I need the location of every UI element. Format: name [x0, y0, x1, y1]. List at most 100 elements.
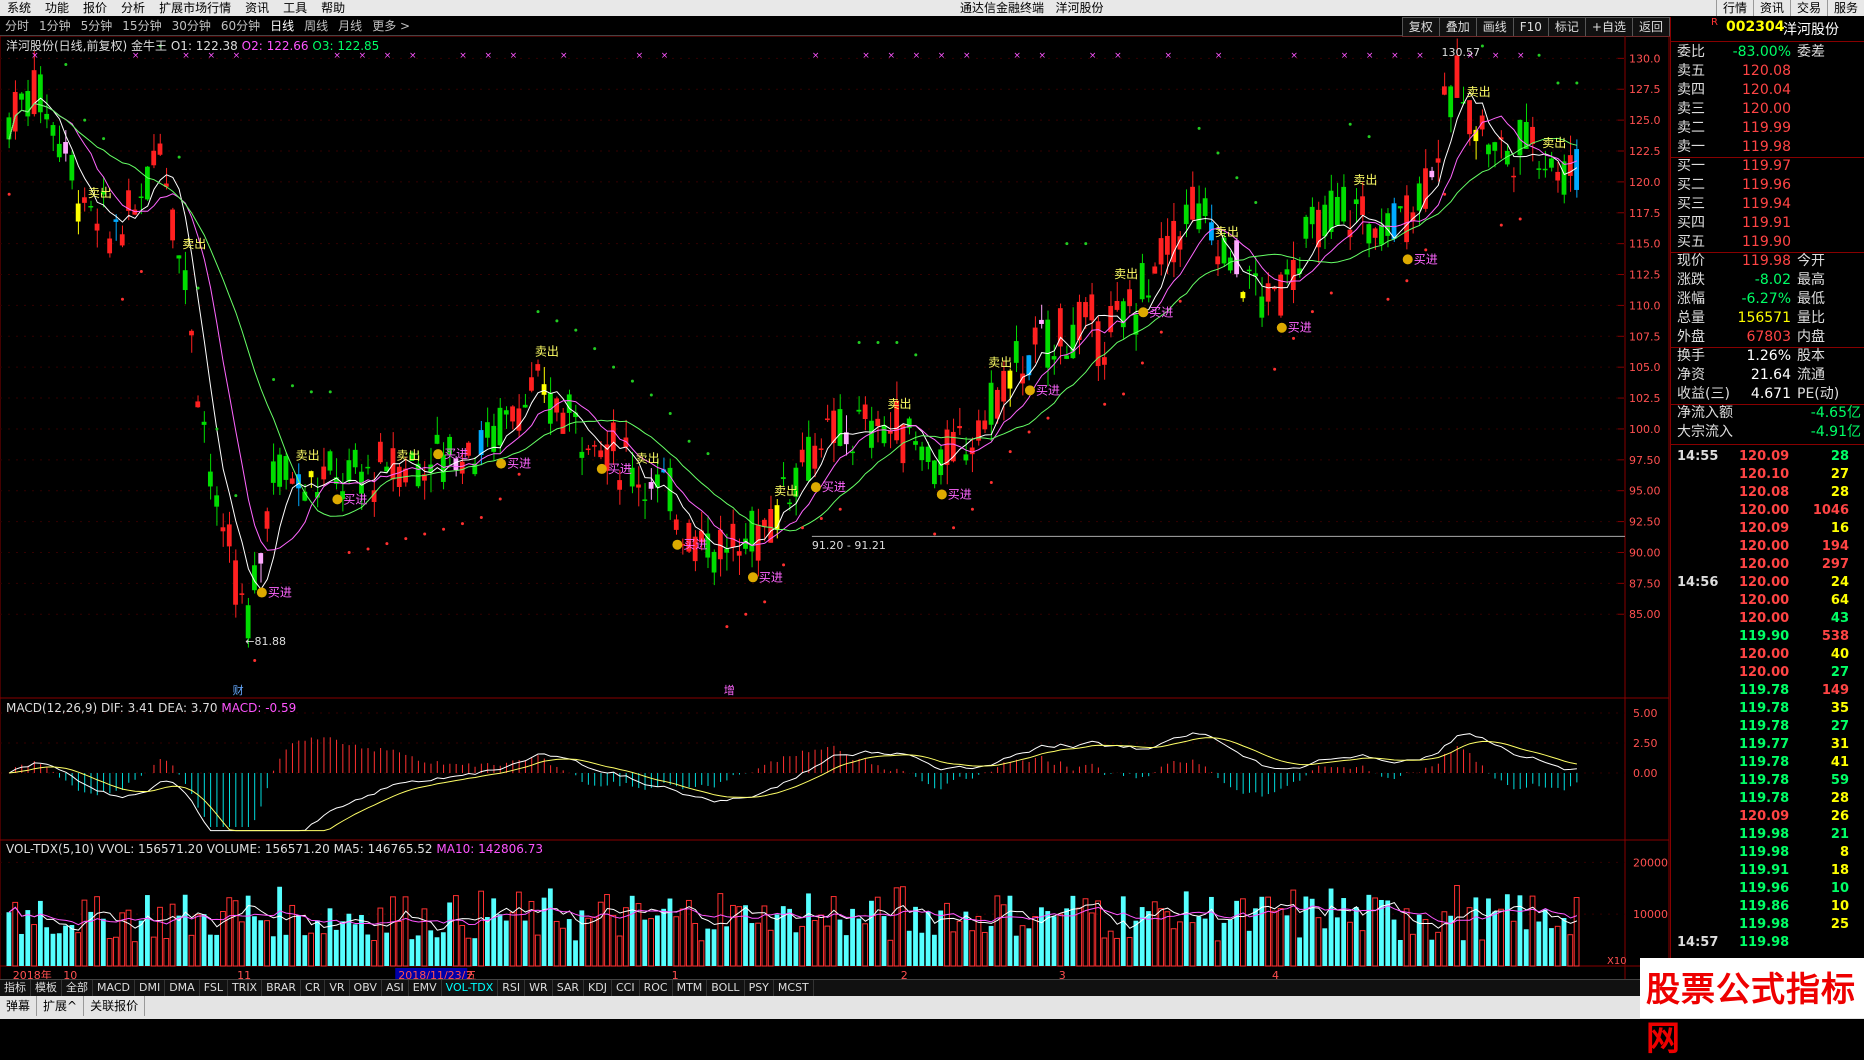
r-mark: R: [1711, 17, 1718, 28]
indicator-tab-21[interactable]: MTM: [673, 980, 708, 996]
indicator-tab-1[interactable]: 模板: [31, 980, 62, 996]
indicator-tab-23[interactable]: PSY: [745, 980, 774, 996]
volume-bar: [1290, 889, 1297, 967]
sar-dot: [385, 542, 389, 546]
candle-body: [226, 524, 232, 547]
indicator-tab-11[interactable]: OBV: [350, 980, 382, 996]
volume-bar: [188, 934, 195, 967]
volume-bar: [579, 910, 585, 966]
period-tab-0[interactable]: 分时: [0, 17, 34, 35]
indicator-tab-20[interactable]: ROC: [640, 980, 673, 996]
sell-signal-label: 卖出: [887, 397, 911, 411]
period-tab-2[interactable]: 5分钟: [76, 17, 118, 35]
period-tab-6[interactable]: 日线: [265, 17, 299, 35]
period-tab-7[interactable]: 周线: [299, 17, 333, 35]
period-tab-1[interactable]: 1分钟: [34, 17, 76, 35]
period-tab-4[interactable]: 30分钟: [167, 17, 216, 35]
status-item-2[interactable]: 关联报价: [84, 996, 146, 1016]
indicator-tab-18[interactable]: KDJ: [584, 980, 612, 996]
tool-button-2[interactable]: 画线: [1475, 17, 1514, 37]
volume-bar: [629, 895, 635, 966]
indicator-tab-8[interactable]: BRAR: [262, 980, 302, 996]
volume-bar: [1372, 897, 1379, 967]
indicator-tab-5[interactable]: DMA: [165, 980, 200, 996]
sell-signal-label: 卖出: [1114, 267, 1138, 281]
volume-bar: [685, 899, 692, 967]
quote-value: 119.98: [1742, 253, 1791, 269]
top-right-item-3[interactable]: 服务: [1826, 0, 1864, 16]
sar-dot: [177, 155, 181, 159]
menu-item-6[interactable]: 工具: [276, 0, 314, 16]
volume-bar: [359, 914, 364, 966]
indicator-tab-0[interactable]: 指标: [0, 980, 31, 996]
indicator-tab-12[interactable]: ASI: [382, 980, 409, 996]
marker-x: ×: [862, 51, 870, 61]
volume-bar: [201, 914, 207, 966]
quote-value: 119.96: [1742, 177, 1791, 193]
indicator-tab-24[interactable]: MCST: [774, 980, 814, 996]
candle-body: [182, 270, 188, 291]
tool-button-0[interactable]: 复权: [1401, 17, 1440, 37]
menu-item-2[interactable]: 报价: [76, 0, 114, 16]
top-right-item-2[interactable]: 交易: [1789, 0, 1827, 16]
top-right-item-0[interactable]: 行情: [1715, 0, 1753, 16]
period-tab-9[interactable]: 更多 >: [367, 17, 415, 35]
candle-body: [1486, 144, 1491, 155]
indicator-tab-3[interactable]: MACD: [93, 980, 135, 996]
candle-body: [522, 404, 528, 408]
volume-bar: [874, 896, 881, 967]
menu-item-1[interactable]: 功能: [38, 0, 76, 16]
indicator-tab-19[interactable]: CCI: [612, 980, 640, 996]
volume-bar: [944, 902, 950, 967]
candle-body: [812, 445, 818, 469]
sar-dot: [272, 378, 276, 382]
indicator-tab-7[interactable]: TRIX: [228, 980, 263, 996]
status-item-0[interactable]: 弹幕: [0, 996, 38, 1016]
indicator-tab-16[interactable]: WR: [525, 980, 553, 996]
indicator-tab-4[interactable]: DMI: [135, 980, 166, 996]
period-tab-3[interactable]: 15分钟: [117, 17, 166, 35]
sar-dot: [442, 527, 446, 531]
sar-dot: [895, 340, 899, 344]
candle-body: [82, 197, 87, 203]
indicator-tab-17[interactable]: SAR: [553, 980, 585, 996]
menu-item-3[interactable]: 分析: [114, 0, 152, 16]
sar-dot: [914, 353, 918, 357]
menu-item-4[interactable]: 扩展市场行情: [152, 0, 238, 16]
candle-body: [1366, 224, 1372, 244]
volume-bar: [138, 920, 144, 966]
volume-bar: [932, 934, 937, 966]
volume-bar: [1101, 937, 1108, 967]
top-right-item-1[interactable]: 资讯: [1752, 0, 1790, 16]
indicator-tab-15[interactable]: RSI: [498, 980, 526, 996]
volume-bar: [1435, 931, 1441, 967]
indicator-tab-10[interactable]: VR: [325, 980, 350, 996]
indicator-tab-14[interactable]: VOL-TDX: [442, 980, 499, 996]
candle-body: [308, 471, 314, 478]
indicator-tab-13[interactable]: EMV: [409, 980, 442, 996]
candle-body: [560, 412, 566, 434]
menu-item-7[interactable]: 帮助: [314, 0, 352, 16]
indicator-tab-6[interactable]: FSL: [200, 980, 228, 996]
status-item-1[interactable]: 扩展^: [37, 996, 85, 1016]
indicator-tab-2[interactable]: 全部: [62, 980, 93, 996]
indicator-tab-9[interactable]: CR: [301, 980, 326, 996]
quote-value: -8.02: [1754, 272, 1791, 288]
menu-item-5[interactable]: 资讯: [238, 0, 276, 16]
period-tab-5[interactable]: 60分钟: [216, 17, 265, 35]
candle-body: [673, 519, 679, 530]
indicator-tab-22[interactable]: BOLL: [707, 980, 745, 996]
stock-name: 洋河股份: [1783, 22, 1839, 38]
tool-button-1[interactable]: 叠加: [1438, 17, 1477, 37]
tool-button-5[interactable]: +自选: [1584, 17, 1633, 37]
tool-button-6[interactable]: 返回: [1631, 17, 1670, 37]
candle-body: [170, 209, 175, 241]
volume-bar: [1366, 894, 1372, 966]
tool-button-4[interactable]: 标记: [1547, 17, 1586, 37]
volume-bar: [1536, 921, 1542, 966]
volume-bar: [698, 940, 705, 967]
period-tab-8[interactable]: 月线: [333, 17, 367, 35]
tool-button-3[interactable]: F10: [1512, 17, 1549, 37]
menu-item-0[interactable]: 系统: [0, 0, 38, 16]
candle-body: [503, 410, 509, 415]
